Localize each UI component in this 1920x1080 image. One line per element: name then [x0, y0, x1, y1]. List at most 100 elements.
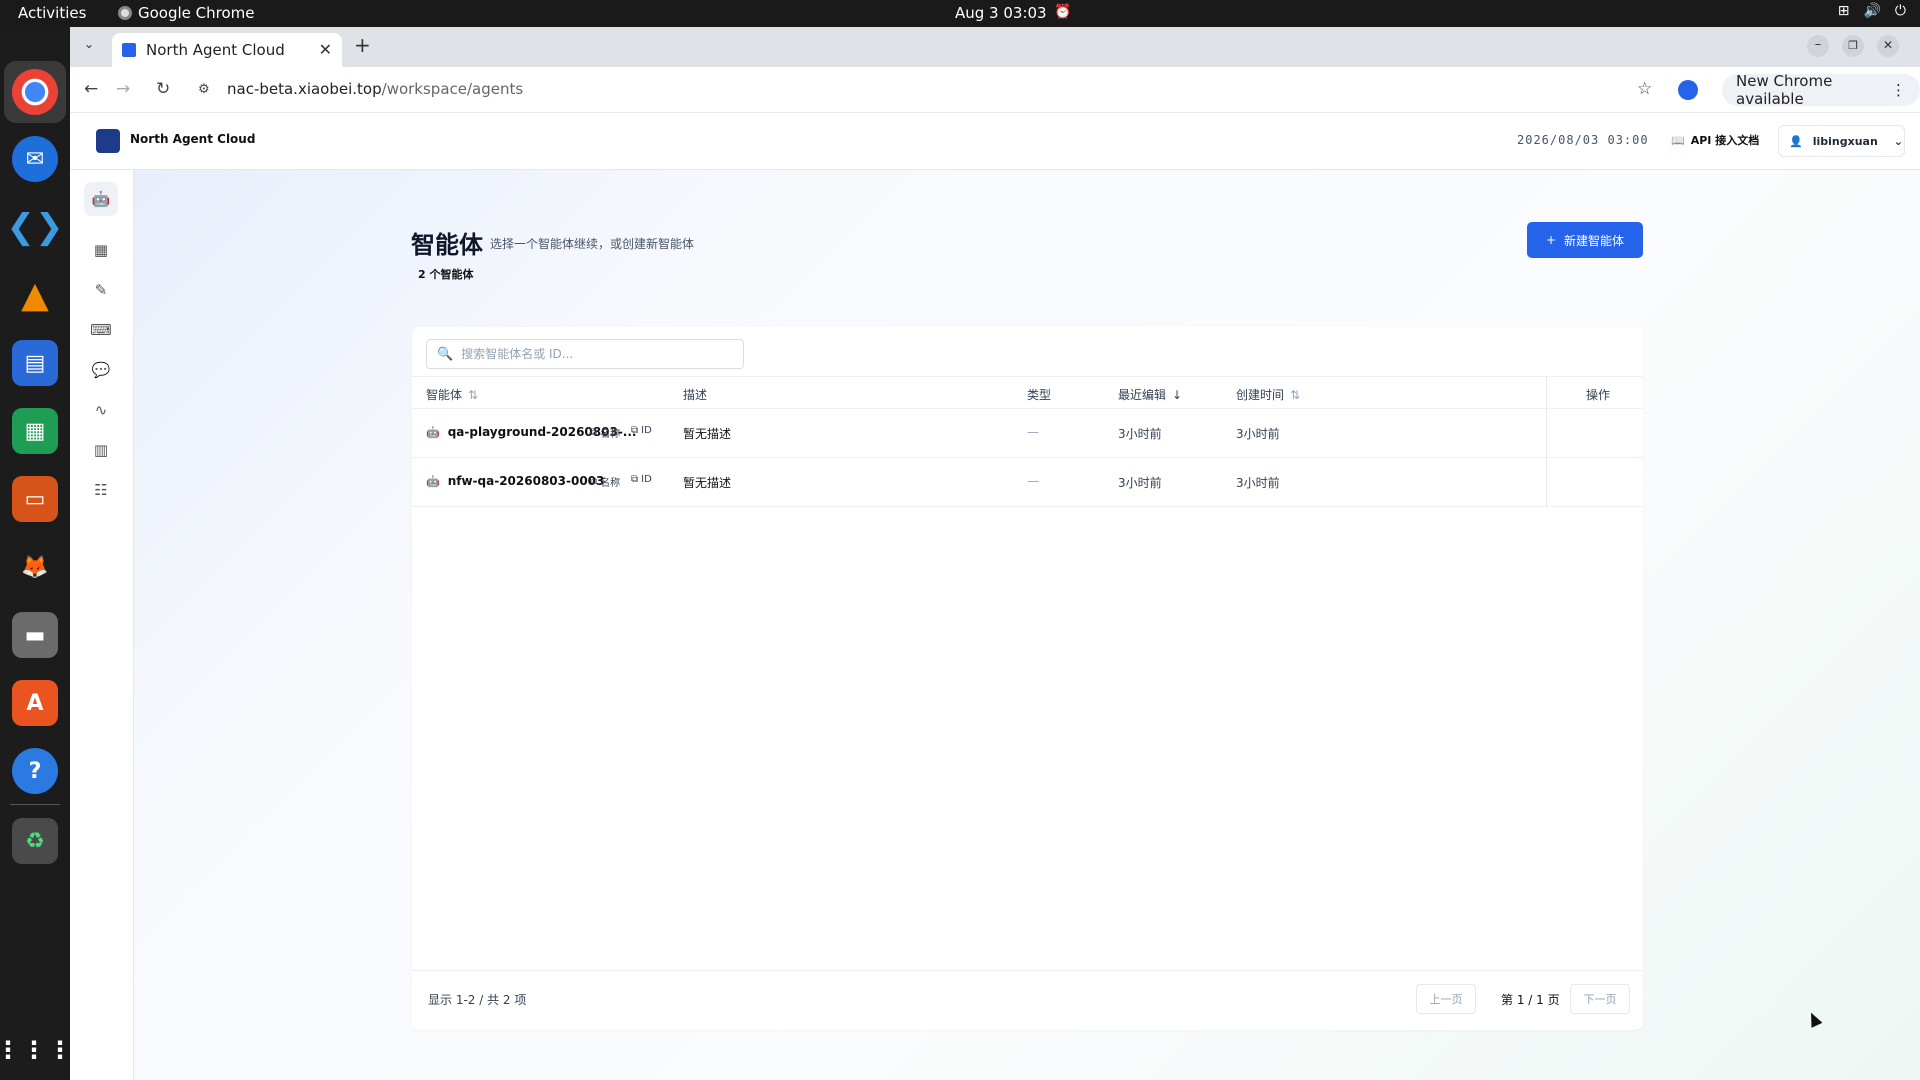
chrome-icon: [118, 6, 132, 20]
site-info-icon[interactable]: ⚙: [198, 82, 210, 97]
profile-icon[interactable]: [1678, 80, 1698, 100]
activities-button[interactable]: Activities: [18, 4, 86, 22]
agent-created: 3小时前: [1236, 427, 1280, 441]
copy-icon: ⧉: [590, 427, 598, 438]
sidebar-item-terminal[interactable]: ⌨: [84, 313, 118, 347]
page-indicator: 第 1 / 1 页: [1501, 993, 1560, 1007]
new-chrome-button[interactable]: New Chrome available ⋮: [1722, 72, 1920, 108]
system-tray[interactable]: ⊞ 🔊 ⏻: [1838, 3, 1906, 19]
close-tab-icon[interactable]: ✕: [319, 40, 332, 59]
new-chrome-label: New Chrome available: [1736, 72, 1833, 108]
browser-toolbar: ← → ↻ ⚙ nac-beta.xiaobei.top/workspace/a…: [70, 67, 1920, 113]
actions-cell: [1546, 409, 1547, 457]
column-edited[interactable]: 最近编辑 ↓: [1118, 386, 1182, 403]
user-menu[interactable]: 👤 libingxuan ⌄: [1778, 125, 1905, 157]
vlc-icon[interactable]: ▲: [12, 272, 58, 318]
pagination-footer: 显示 1-2 / 共 2 项 上一页 第 1 / 1 页 下一页: [412, 970, 1643, 1030]
copy-id-button[interactable]: ⧉ ID: [631, 474, 652, 485]
new-tab-icon[interactable]: +: [354, 33, 371, 57]
browser-tab[interactable]: North Agent Cloud ✕: [112, 33, 342, 67]
sidebar-item-activity[interactable]: ∿: [84, 393, 118, 427]
new-agent-button[interactable]: + 新建智能体: [1527, 222, 1643, 258]
sidebar-item-edit[interactable]: ✎: [84, 273, 118, 307]
impress-icon[interactable]: ▭: [12, 476, 58, 522]
show-apps-icon[interactable]: ⋮⋮⋮: [0, 1027, 72, 1073]
agent-name: nfw-qa-20260803-0003: [447, 474, 605, 488]
kebab-menu-icon: ⋮: [1891, 81, 1906, 99]
thunderbird-icon[interactable]: ✉: [12, 136, 58, 182]
app-center-icon[interactable]: A: [12, 680, 58, 726]
address-bar[interactable]: nac-beta.xiaobei.top/workspace/agents: [227, 80, 523, 98]
chrome-icon[interactable]: [12, 69, 58, 115]
alarm-icon: ⏰: [1054, 4, 1072, 20]
plus-icon: +: [1545, 233, 1557, 247]
column-agent[interactable]: 智能体 ⇅: [426, 386, 478, 403]
search-input[interactable]: [461, 347, 732, 361]
prev-page-button[interactable]: 上一页: [1416, 984, 1476, 1014]
table-header: 智能体 ⇅ 描述 类型 最近编辑 ↓ 创建时间 ⇅ 操作: [412, 376, 1643, 409]
next-page-button[interactable]: 下一页: [1570, 984, 1630, 1014]
agent-edited: 3小时前: [1118, 476, 1162, 490]
username: libingxuan: [1812, 134, 1878, 148]
trash-icon[interactable]: ♻: [12, 818, 58, 864]
search-box[interactable]: 🔍: [426, 339, 744, 369]
sidebar-item-dashboard[interactable]: ▦: [84, 233, 118, 267]
api-docs-link[interactable]: 📖 API 接入文档: [1671, 132, 1759, 148]
copy-id-label: ID: [641, 474, 652, 485]
vscode-icon[interactable]: ❮❯: [7, 204, 64, 250]
tab-list-icon[interactable]: ⌄: [84, 37, 94, 51]
agent-created: 3小时前: [1236, 476, 1280, 490]
chat-icon: 💬: [91, 361, 111, 379]
calc-icon[interactable]: ▦: [12, 408, 58, 454]
restore-icon[interactable]: ❐: [1842, 35, 1864, 57]
gimp-icon[interactable]: 🦊: [12, 544, 58, 590]
agent-desc: 暂无描述: [683, 476, 732, 490]
agent-edited: 3小时前: [1118, 427, 1162, 441]
copy-id-button[interactable]: ⧉ ID: [631, 425, 652, 436]
brand-logo-icon[interactable]: [96, 129, 120, 153]
reload-icon[interactable]: ↻: [156, 79, 170, 99]
help-icon[interactable]: ?: [12, 748, 58, 794]
column-agent-label: 智能体: [426, 388, 463, 402]
column-created[interactable]: 创建时间 ⇅: [1236, 386, 1300, 403]
sliders-icon: ☷: [94, 481, 108, 499]
minimize-icon[interactable]: –: [1807, 35, 1829, 57]
back-icon[interactable]: ←: [84, 79, 98, 99]
brand-name[interactable]: North Agent Cloud: [130, 132, 255, 146]
copy-name-button[interactable]: ⧉ 名称: [590, 425, 620, 440]
api-docs-label: API 接入文档: [1690, 134, 1760, 147]
close-window-icon[interactable]: ✕: [1877, 35, 1899, 57]
app-sidebar: 🤖 ▦ ✎ ⌨ 💬 ∿ ▥ ☷: [70, 170, 134, 1080]
forward-icon[interactable]: →: [116, 79, 130, 99]
actions-divider: [1546, 377, 1547, 408]
sidebar-item-settings[interactable]: ☷: [84, 473, 118, 507]
writer-icon[interactable]: ▤: [12, 340, 58, 386]
copy-name-button[interactable]: ⧉ 名称: [590, 474, 620, 489]
table-row[interactable]: 🤖 qa-playground-20260803-... ⧉ 名称 ⧉ ID 暂无描…: [412, 409, 1643, 458]
files-icon[interactable]: ▬: [12, 612, 58, 658]
sidebar-item-analytics[interactable]: ▥: [84, 433, 118, 467]
robot-icon: 🤖: [426, 474, 440, 488]
sidebar-item-agents[interactable]: 🤖: [84, 182, 118, 216]
favicon-icon: [122, 43, 136, 57]
column-desc: 描述: [683, 388, 708, 402]
actions-cell: [1546, 458, 1547, 506]
pulse-icon: ∿: [94, 401, 108, 419]
app-menu[interactable]: Google Chrome: [118, 4, 255, 22]
page-subtitle: 选择一个智能体继续，或创建新智能体: [490, 237, 695, 251]
agent-count: 2 个智能体: [418, 268, 474, 281]
table-row[interactable]: 🤖 nfw-qa-20260803-0003 ⧉ 名称 ⧉ ID 暂无描述 — 3小…: [412, 458, 1643, 507]
user-icon: 👤: [1789, 134, 1803, 148]
bookmark-star-icon[interactable]: ☆: [1637, 79, 1652, 99]
copy-icon: ⧉: [631, 474, 639, 485]
agent-type: —: [1027, 425, 1039, 439]
agents-table-card: 🔍 智能体 ⇅ 描述 类型 最近编辑 ↓ 创建时间 ⇅ 操作 🤖 qa-playgro…: [412, 327, 1643, 1030]
clock[interactable]: Aug 3 03:03: [955, 4, 1047, 22]
robot-icon: 🤖: [426, 425, 440, 439]
copy-id-label: ID: [641, 425, 652, 436]
power-icon: ⏻: [1894, 3, 1906, 19]
search-icon: 🔍: [437, 346, 454, 362]
agent-name-cell[interactable]: 🤖 nfw-qa-20260803-0003: [426, 474, 604, 488]
sidebar-item-chat[interactable]: 💬: [84, 353, 118, 387]
tab-strip: ⌄ North Agent Cloud ✕ + – ❐ ✕: [70, 27, 1920, 67]
